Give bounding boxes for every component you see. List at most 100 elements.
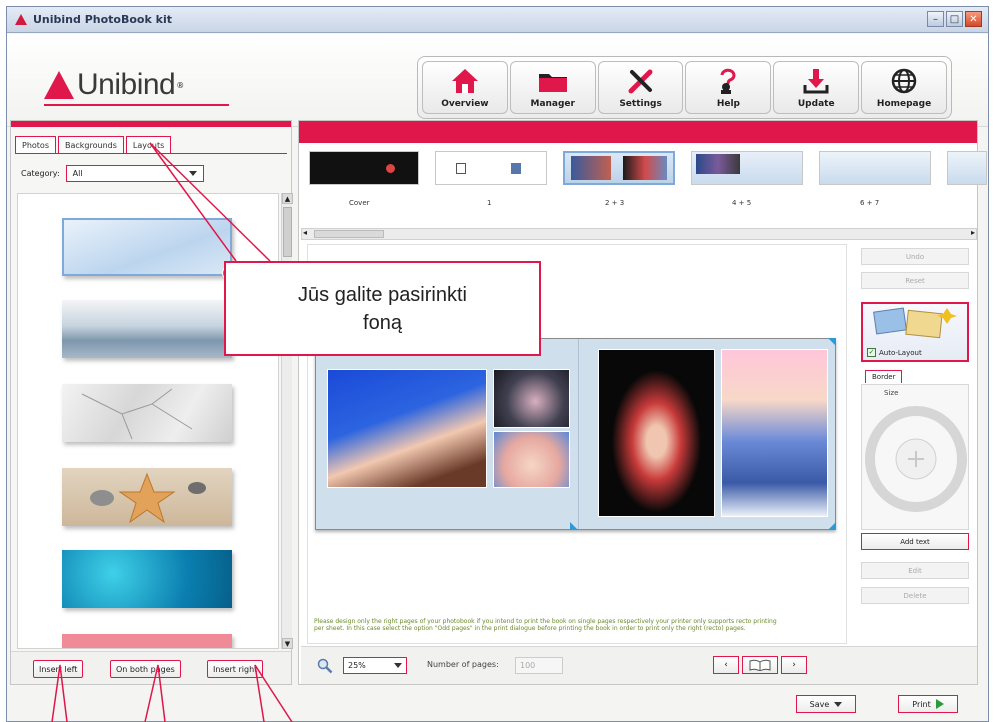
- callout-line-2: foną: [363, 311, 402, 334]
- tab-backgrounds[interactable]: Backgrounds: [58, 136, 124, 153]
- nav-homepage[interactable]: Homepage: [861, 61, 947, 114]
- chevron-down-icon: [394, 663, 402, 668]
- page-thumb-2-3[interactable]: [563, 151, 675, 185]
- page-thumb-cover[interactable]: [309, 151, 419, 185]
- photo-baby-face[interactable]: [493, 431, 570, 488]
- print-button[interactable]: Print: [898, 695, 958, 713]
- tools-icon: [624, 66, 658, 96]
- nav-update[interactable]: Update: [773, 61, 860, 114]
- nav-overview[interactable]: Overview: [422, 61, 508, 114]
- photo-baby-sitting[interactable]: [598, 349, 715, 517]
- cover-photo-icon: [386, 164, 395, 173]
- zoom-value: 25%: [348, 661, 366, 670]
- scroll-up-icon[interactable]: ▲: [282, 193, 293, 204]
- page-label-6-7: 6 + 7: [860, 199, 880, 207]
- scroll-left-icon[interactable]: ◂: [303, 228, 307, 237]
- category-filter: Category: All: [21, 165, 204, 182]
- next-page-button[interactable]: ›: [781, 656, 807, 674]
- strip-scrollbar[interactable]: ◂ ▸: [301, 228, 977, 240]
- pages-input[interactable]: 100: [515, 657, 563, 674]
- zoom-icon: [317, 658, 333, 674]
- nav-label: Update: [797, 99, 835, 109]
- reset-button[interactable]: Reset: [861, 272, 969, 289]
- header: Unibind ® Overview Manager Settings Help…: [7, 34, 988, 127]
- strip-scroll-thumb[interactable]: [314, 230, 384, 238]
- category-label: Category:: [21, 169, 60, 178]
- minimize-button[interactable]: –: [927, 11, 944, 27]
- editor-footer: 25% Number of pages: 100 ‹ ›: [301, 646, 977, 684]
- nav-help[interactable]: Help: [685, 61, 772, 114]
- nav-label: Homepage: [876, 99, 932, 109]
- brand-logo: Unibind ®: [44, 68, 184, 102]
- main-nav: Overview Manager Settings Help Update Ho…: [417, 56, 952, 119]
- chevron-down-icon: [188, 171, 197, 176]
- chevron-down-icon: [834, 701, 843, 707]
- page-strip: Cover 1 2 + 3 4 + 5 6 + 7: [299, 151, 987, 207]
- photo-baby-lifted[interactable]: [327, 369, 487, 488]
- crack-texture-icon: [81, 388, 193, 440]
- page-label-4-5: 4 + 5: [732, 199, 752, 207]
- nav-manager[interactable]: Manager: [509, 61, 596, 114]
- open-book-icon: [749, 659, 771, 671]
- corner-marker-icon: [828, 522, 836, 530]
- tab-layouts[interactable]: Layouts: [125, 136, 172, 153]
- book-view-button[interactable]: [742, 656, 778, 674]
- background-thumb-pink[interactable]: [62, 634, 232, 648]
- callout-box: Jūs galite pasirinkti foną: [224, 261, 541, 356]
- photo-baby-dark[interactable]: [493, 369, 570, 428]
- background-thumb-starfish[interactable]: [62, 468, 232, 526]
- checkmark-icon: ✓: [867, 348, 876, 357]
- background-thumb-cracked[interactable]: [62, 384, 232, 442]
- insert-left-button[interactable]: Insert left: [33, 660, 84, 678]
- starfish-icon: [90, 472, 206, 524]
- maximize-button[interactable]: □: [946, 11, 963, 27]
- tab-photos[interactable]: Photos: [15, 136, 56, 153]
- panel-accent-bar: [11, 121, 291, 127]
- auto-layout-panel[interactable]: ✓ Auto-Layout: [861, 302, 969, 362]
- background-thumb-water[interactable]: [62, 550, 232, 608]
- photo-baby-overalls[interactable]: [721, 349, 828, 517]
- scroll-thumb[interactable]: [283, 207, 292, 257]
- photo-mini-icon: [511, 163, 521, 174]
- help-icon: [711, 66, 745, 96]
- book-spread[interactable]: [315, 338, 836, 530]
- size-label: Size: [884, 389, 899, 397]
- left-actions: Insert left On both pages Insert right: [11, 651, 291, 684]
- category-select[interactable]: All: [65, 165, 204, 182]
- title-bar: Unibind PhotoBook kit – □ ✕: [7, 7, 988, 33]
- tab-underline: [15, 153, 287, 154]
- page-label-1: 1: [487, 199, 492, 207]
- both-pages-button[interactable]: On both pages: [110, 660, 181, 678]
- zoom-select[interactable]: 25%: [343, 657, 407, 674]
- undo-button[interactable]: Undo: [861, 248, 969, 265]
- save-button[interactable]: Save: [796, 695, 856, 713]
- spread-photo-icon: [696, 154, 740, 174]
- tab-border[interactable]: Border: [865, 370, 903, 383]
- insert-right-button[interactable]: Insert right: [207, 660, 264, 678]
- page-thumb-next[interactable]: [947, 151, 987, 185]
- background-thumb-sky[interactable]: [62, 218, 236, 280]
- folder-icon: [536, 66, 570, 96]
- app-logo-icon: [15, 14, 27, 25]
- brand-name: Unibind: [77, 68, 176, 101]
- add-text-button[interactable]: Add text: [861, 533, 969, 550]
- size-dial-icon: [865, 406, 967, 512]
- corner-marker-icon: [570, 522, 578, 530]
- page-thumb-4-5[interactable]: [691, 151, 803, 185]
- auto-layout-checkbox[interactable]: ✓ Auto-Layout: [867, 348, 922, 357]
- print-note: Please design only the right pages of yo…: [314, 618, 777, 633]
- close-button[interactable]: ✕: [965, 11, 982, 27]
- edit-button[interactable]: Edit: [861, 562, 969, 579]
- page-thumb-1[interactable]: [435, 151, 547, 185]
- category-value: All: [72, 169, 83, 178]
- scroll-right-icon[interactable]: ▸: [971, 228, 975, 237]
- page-thumb-6-7[interactable]: [819, 151, 931, 185]
- spread-photo-icon: [623, 156, 667, 180]
- delete-button[interactable]: Delete: [861, 587, 969, 604]
- page-label-2-3: 2 + 3: [605, 199, 625, 207]
- background-thumb-sea[interactable]: [62, 300, 232, 358]
- prev-page-button[interactable]: ‹: [713, 656, 739, 674]
- nav-settings[interactable]: Settings: [597, 61, 684, 114]
- brand-registered: ®: [176, 80, 185, 90]
- scroll-down-icon[interactable]: ▼: [282, 638, 293, 649]
